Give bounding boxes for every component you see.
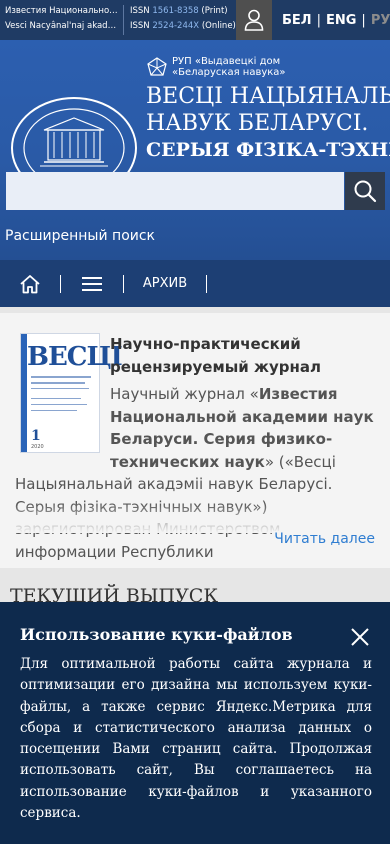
nav-divider [206, 274, 207, 293]
publisher[interactable]: РУП «Выдавецкі дом «Беларуская навука» [147, 56, 286, 78]
lang-eng[interactable]: ENG [326, 13, 356, 28]
cover-line [31, 376, 91, 378]
journal-title-line-2: НАВУК БЕЛАРУСІ. [146, 111, 369, 136]
journal-about-card: ВЕСЦІ 1 2020 Научно-практический рецензи… [0, 313, 390, 568]
home-button[interactable] [0, 274, 60, 294]
about-heading: Научно-практический рецензируемый журнал [110, 335, 321, 376]
journal-name: Известия Национальной академии наук Бела… [0, 0, 121, 40]
home-icon [20, 274, 40, 293]
issn-print-suffix: (Print) [201, 6, 228, 16]
lang-separator: | [316, 12, 321, 28]
hamburger-menu-icon [82, 276, 102, 291]
journal-name-ru: Известия Национальной академии наук Бела… [5, 6, 121, 16]
issn-label: ISSN [130, 21, 150, 31]
journal-series: СЕРЫЯ ФІЗІКА-ТЭХНІЧНЫХ НАВУК [146, 139, 390, 161]
cookie-banner: Использование куки-файлов Для оптимально… [0, 602, 390, 844]
journal-name-translit: Vesci Nacyânal'naj akadèmii navuk Belaru… [5, 21, 121, 31]
cookie-close-button[interactable] [350, 627, 370, 647]
issn-online-number: 2524-244X [152, 21, 200, 31]
text-wrap-spacer [15, 383, 110, 471]
issn-label: ISSN [130, 6, 150, 16]
search-input[interactable] [6, 172, 344, 210]
issn-online-suffix: (Online) [201, 21, 236, 31]
journal-title-line-1: ВЕСЦІ НАЦЫЯНАЛЬНАЙ АКАДЭМІІ [146, 84, 390, 109]
issn-online: ISSN 2524-244X (Online) [130, 19, 238, 34]
menu-button[interactable] [61, 276, 123, 292]
user-account-button[interactable] [236, 0, 272, 40]
cookie-text: Для оптимальной работы сайта журнала и о… [20, 656, 372, 822]
cover-title: ВЕСЦІ [27, 342, 123, 372]
publisher-line-2: «Беларуская навука» [172, 67, 286, 78]
nav-archive[interactable]: АРХИВ [124, 276, 206, 291]
divider [123, 5, 124, 35]
main-nav: АРХИВ [0, 260, 390, 307]
journal-title: ВЕСЦІ НАЦЫЯНАЛЬНАЙ АКАДЭМІІ НАВУК БЕЛАРУ… [146, 83, 390, 137]
publisher-logo-icon [147, 57, 167, 76]
lang-rus[interactable]: РУС [371, 13, 390, 28]
issn-print: ISSN 1561-8358 (Print) [130, 4, 238, 19]
search-button[interactable] [345, 172, 385, 210]
lang-separator: | [361, 12, 366, 28]
publisher-line-1: РУП «Выдавецкі дом [172, 56, 281, 67]
language-switcher: БЕЛ | ENG | РУС [282, 0, 390, 40]
issn-info: ISSN 1561-8358 (Print) ISSN 2524-244X (O… [126, 0, 238, 40]
about-text-start: Научный журнал « [110, 385, 259, 403]
top-bar: Известия Национальной академии наук Бела… [0, 0, 390, 40]
read-more-link[interactable]: Читать далее [274, 531, 375, 547]
cookie-title: Использование куки-файлов [20, 625, 293, 644]
user-icon [244, 9, 264, 31]
advanced-search-link[interactable]: Расширенный поиск [5, 228, 155, 244]
search-icon [354, 180, 377, 203]
lang-bel[interactable]: БЕЛ [282, 13, 312, 28]
journal-banner: РУП «Выдавецкі дом «Беларуская навука» В… [0, 40, 390, 260]
issn-print-number: 1561-8358 [152, 6, 199, 16]
close-icon [351, 628, 369, 646]
text-fade [0, 503, 390, 533]
